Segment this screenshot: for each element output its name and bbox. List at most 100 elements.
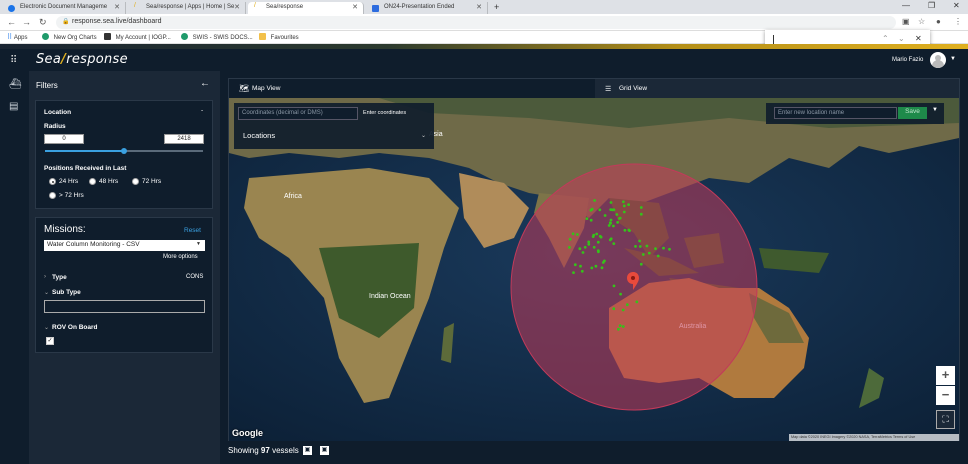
vessel-marker-icon[interactable]	[635, 300, 639, 304]
forward-arrow-icon[interactable]: →	[22, 17, 31, 27]
bookmark-apps[interactable]: ⠿ Apps	[7, 33, 28, 41]
vessel-marker-icon[interactable]	[609, 237, 613, 241]
mission-select[interactable]: Water Column Monitoring - CSV ▼	[44, 240, 205, 251]
new-location-input[interactable]: Enter new location name	[774, 107, 897, 119]
chevron-down-icon[interactable]: ▼	[932, 107, 938, 113]
vessel-marker-icon[interactable]	[581, 251, 585, 254]
vessel-marker-icon[interactable]	[578, 247, 582, 251]
browser-tab-active[interactable]: / Sea/response ✕	[248, 2, 364, 14]
vessel-marker-icon[interactable]	[568, 237, 572, 241]
vessel-marker-icon[interactable]	[634, 245, 637, 248]
vessel-marker-icon[interactable]	[595, 232, 599, 236]
vessel-marker-icon[interactable]	[612, 307, 616, 311]
vessel-marker-icon[interactable]	[587, 242, 591, 246]
vessel-marker-icon[interactable]	[621, 308, 625, 312]
vessel-marker-icon[interactable]	[603, 259, 606, 263]
vessel-marker-icon[interactable]	[623, 228, 627, 232]
vessel-marker-icon[interactable]	[627, 203, 630, 206]
close-icon[interactable]: ✕	[234, 3, 240, 11]
radius-max-field[interactable]: 2418	[164, 134, 204, 144]
vessel-marker-icon[interactable]	[572, 271, 575, 274]
vessel-marker-icon[interactable]	[622, 204, 626, 208]
vessel-marker-icon[interactable]	[662, 246, 665, 250]
vessel-marker-icon[interactable]	[592, 233, 596, 237]
browser-tab[interactable]: Electronic Document Manageme ✕	[2, 2, 126, 14]
radio-48-hrs[interactable]	[89, 178, 96, 185]
vessel-marker-icon[interactable]	[580, 269, 584, 273]
bookmark-star-icon[interactable]: ☆	[918, 17, 925, 26]
vessel-marker-icon[interactable]	[571, 232, 575, 236]
vessel-marker-icon[interactable]	[587, 240, 591, 244]
zoom-in-button[interactable]: +	[936, 366, 955, 385]
arrow-left-icon[interactable]: ←	[200, 78, 210, 89]
save-icon[interactable]: ▣	[303, 446, 312, 455]
vessel-marker-icon[interactable]	[612, 242, 616, 246]
vessel-marker-icon[interactable]	[639, 262, 643, 266]
map-attribution[interactable]: Map data ©2020 INEGI Imagery ©2020 NASA,…	[789, 434, 959, 441]
vessel-marker-icon[interactable]	[641, 253, 645, 256]
coordinates-input[interactable]: Coordinates (decimal or DMS)	[238, 107, 358, 120]
vessel-marker-icon[interactable]	[585, 217, 589, 220]
vessel-marker-icon[interactable]	[639, 206, 643, 209]
vessel-marker-icon[interactable]	[627, 228, 631, 232]
minimize-icon[interactable]: —	[902, 1, 910, 10]
bookmark-my-account[interactable]: My Account | IOGP...	[104, 33, 171, 41]
vessel-marker-icon[interactable]	[610, 208, 614, 212]
vessel-marker-icon[interactable]	[622, 200, 625, 204]
vessel-marker-icon[interactable]	[618, 216, 622, 220]
vessel-marker-icon[interactable]	[603, 214, 607, 217]
chevron-down-icon[interactable]: ⌄	[44, 324, 49, 331]
radio-over-72-hrs[interactable]	[49, 192, 56, 199]
enter-coordinates-button[interactable]: Enter coordinates	[363, 110, 406, 116]
vessel-marker-icon[interactable]	[576, 233, 579, 236]
vessel-marker-icon[interactable]	[625, 303, 629, 307]
vessel-marker-icon[interactable]	[579, 264, 582, 268]
vessel-marker-icon[interactable]	[619, 292, 622, 296]
radius-slider-handle[interactable]	[121, 148, 127, 154]
back-arrow-icon[interactable]: ←	[7, 17, 16, 27]
grid-icon[interactable]: ☰	[605, 85, 611, 93]
chevron-right-icon[interactable]: ›	[44, 274, 46, 280]
vessel-marker-icon[interactable]	[622, 210, 626, 214]
radio-72-hrs[interactable]	[132, 178, 139, 185]
new-tab-button[interactable]: +	[494, 2, 499, 12]
find-close-icon[interactable]: ✕	[915, 34, 922, 43]
close-icon[interactable]: ✕	[476, 3, 482, 11]
vessel-marker-icon[interactable]	[612, 284, 616, 288]
radius-slider[interactable]	[45, 148, 203, 154]
vessel-marker-icon[interactable]	[612, 224, 615, 228]
vessel-marker-icon[interactable]	[608, 221, 612, 225]
vessel-marker-icon[interactable]	[573, 263, 577, 267]
list-icon[interactable]: ▤	[9, 101, 18, 112]
radius-min-field[interactable]: 0	[44, 134, 84, 144]
browser-tab[interactable]: / Sea/response | Apps | Home | Se ✕	[128, 2, 246, 14]
tab-grid-view[interactable]: Grid View	[619, 85, 647, 92]
bookmark-new-org-charts[interactable]: New Org Charts	[42, 33, 97, 41]
vessel-marker-icon[interactable]	[609, 218, 613, 222]
type-label[interactable]: Type	[52, 274, 67, 281]
zoom-out-button[interactable]: −	[936, 386, 955, 405]
vessel-marker-icon[interactable]	[607, 224, 611, 227]
close-icon[interactable]: ✕	[352, 3, 358, 11]
vessels-icon[interactable]: ⛴	[9, 79, 22, 90]
more-options-link[interactable]: More options	[163, 254, 198, 260]
vessel-marker-icon[interactable]	[639, 212, 643, 216]
vessel-marker-icon[interactable]	[589, 218, 593, 222]
bookmark-favourites[interactable]: Favourites	[259, 33, 299, 41]
export-icon[interactable]: ▣	[320, 446, 329, 455]
browser-tab[interactable]: ON24-Presentation Ended ✕	[366, 2, 488, 14]
map-canvas[interactable]: Asia Africa Australia Indian Ocean Coord…	[229, 98, 959, 441]
vessel-marker-icon[interactable]	[600, 266, 604, 270]
vessel-marker-icon[interactable]	[654, 247, 657, 251]
vessel-marker-icon[interactable]	[590, 266, 594, 270]
vessel-marker-icon[interactable]	[590, 207, 594, 211]
bookmark-swis[interactable]: SWIS - SWIS DOCS...	[181, 33, 253, 41]
vessel-marker-icon[interactable]	[583, 245, 587, 249]
vessel-marker-icon[interactable]	[617, 327, 620, 331]
find-next-icon[interactable]: ⌄	[898, 34, 905, 43]
chevron-down-icon[interactable]: ▼	[950, 56, 956, 62]
fullscreen-icon[interactable]: ⛶	[936, 410, 955, 429]
vessel-marker-icon[interactable]	[593, 199, 596, 202]
tab-map-view[interactable]: 🗺 Map View	[229, 79, 595, 98]
vessel-marker-icon[interactable]	[598, 234, 602, 238]
